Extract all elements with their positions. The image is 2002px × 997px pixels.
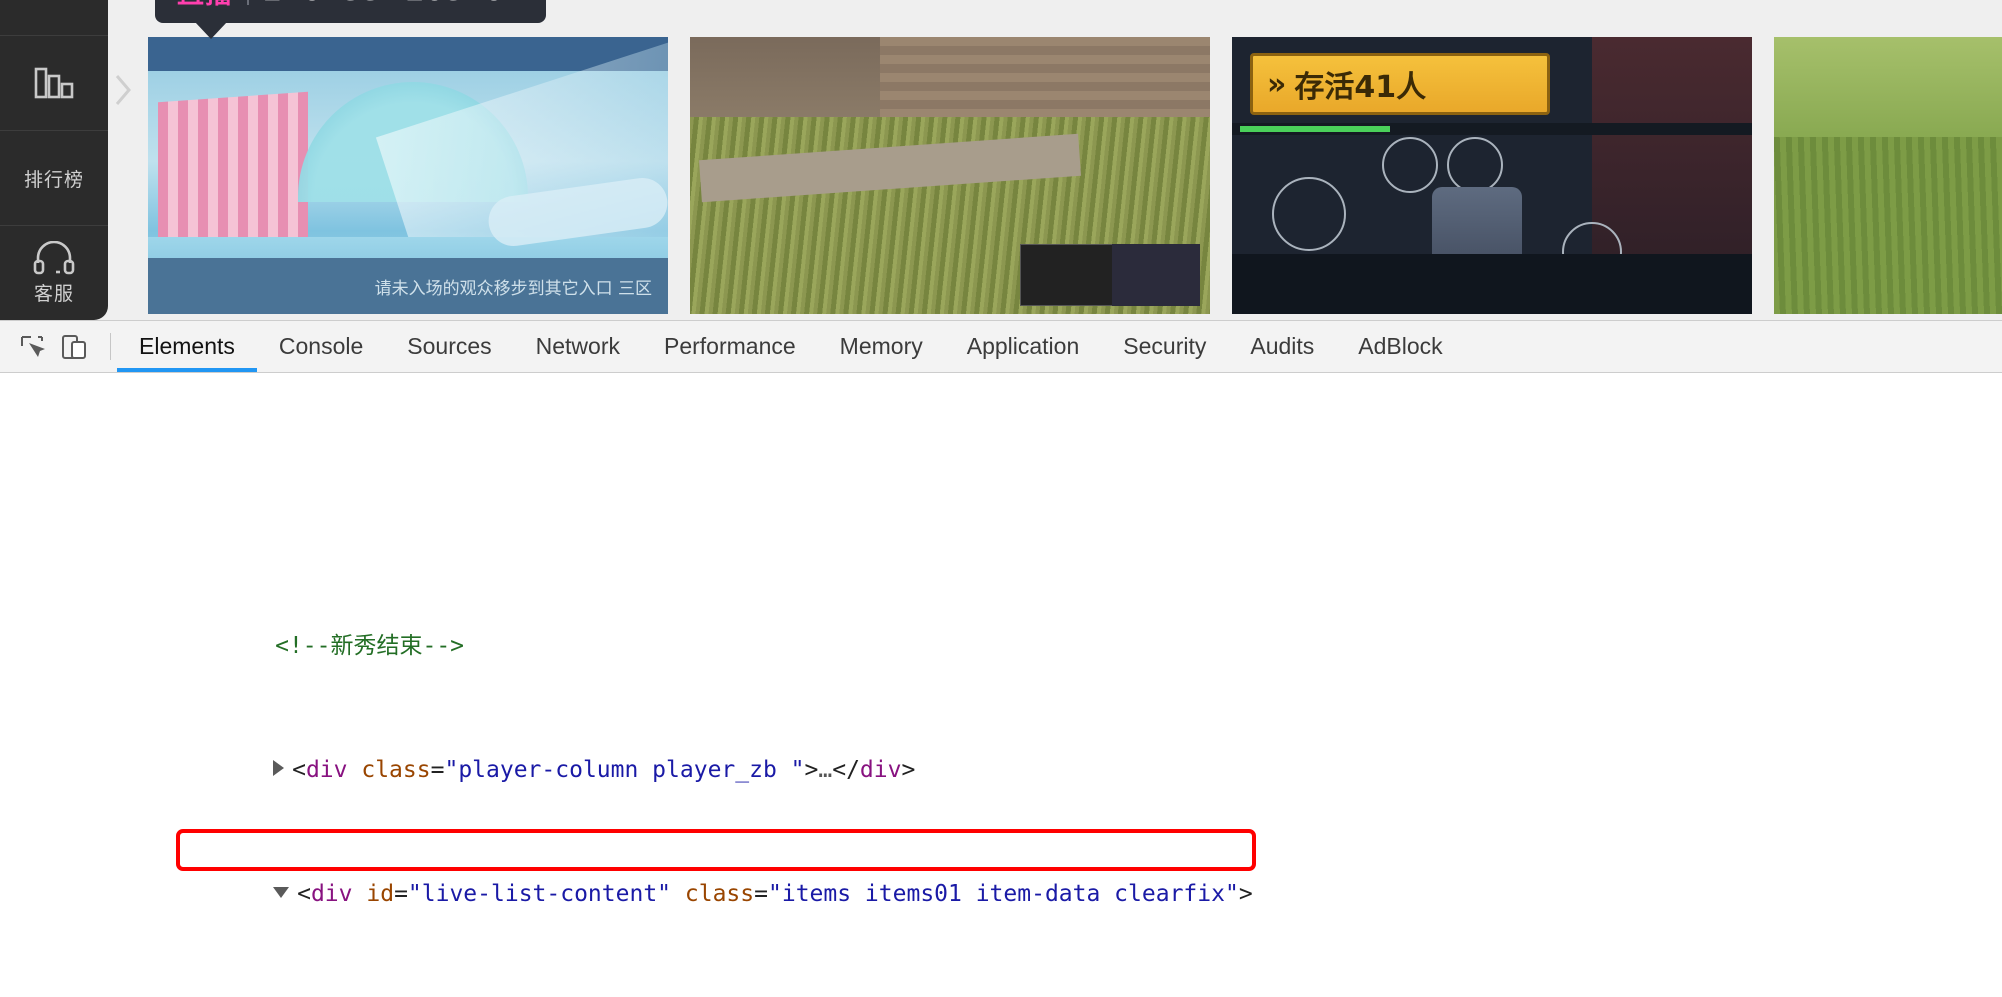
devtools-tab-bar: Elements Console Sources Network Perform… — [117, 321, 1465, 372]
toggle-device-toolbar-icon[interactable] — [60, 333, 88, 361]
thumbnail-top-band — [148, 37, 668, 71]
toolbar-divider — [110, 333, 111, 360]
tab-memory[interactable]: Memory — [818, 321, 945, 372]
picture-in-picture-overlay — [1112, 244, 1200, 306]
devtools-panel: Elements Console Sources Network Perform… — [0, 320, 2002, 996]
sidebar-item-support[interactable]: 客服 — [0, 225, 108, 320]
tab-sources[interactable]: Sources — [385, 321, 513, 372]
sidebar-item-ranking[interactable]: 排行榜 — [0, 130, 108, 225]
expand-triangle-icon[interactable] — [273, 760, 284, 776]
tab-security[interactable]: Security — [1101, 321, 1228, 372]
tree-row-before-1[interactable]: ::before — [0, 972, 2002, 997]
devtools-toolbar: Elements Console Sources Network Perform… — [0, 321, 2002, 373]
tree-row-comment[interactable]: <!--新秀结束--> — [0, 600, 2002, 631]
tab-audits[interactable]: Audits — [1228, 321, 1336, 372]
decor-shape — [1447, 137, 1503, 193]
tab-console[interactable]: Console — [257, 321, 385, 372]
tree-row-live-list-content[interactable]: <div id="live-list-content" class="items… — [0, 848, 2002, 879]
tab-elements[interactable]: Elements — [117, 321, 257, 372]
decor-shape — [1232, 254, 1752, 314]
survivor-count-label: 存活41人 — [1294, 62, 1426, 106]
double-chevron-icon: » — [1267, 67, 1286, 102]
sidebar-item-label: 客服 — [34, 279, 74, 306]
tooltip-separator — [247, 0, 249, 5]
headset-icon — [33, 241, 75, 275]
decor-shape — [1240, 126, 1390, 132]
tree-row-clipped — [0, 499, 2002, 507]
list-item[interactable] — [1774, 37, 2002, 314]
decor-shape — [1774, 137, 2002, 314]
decor-shape — [1382, 137, 1438, 193]
web-page-viewport: 请未入场的观众移步到其它入口 三区 » 存活41人 — [0, 0, 2002, 320]
chevron-right-icon[interactable] — [112, 70, 134, 110]
inspect-element-icon[interactable] — [18, 333, 46, 361]
dom-tree[interactable]: <!--新秀结束--> <div class="player-column pl… — [0, 373, 2002, 997]
tab-performance[interactable]: Performance — [642, 321, 818, 372]
collapse-triangle-icon[interactable] — [273, 887, 289, 898]
thumbnail-caption: 请未入场的观众移步到其它入口 三区 — [148, 258, 668, 314]
tab-network[interactable]: Network — [514, 321, 642, 372]
stream-thumbnail-row: 请未入场的观众移步到其它入口 三区 » 存活41人 — [148, 37, 2002, 314]
decor-shape — [1272, 177, 1346, 251]
tree-row-player-column[interactable]: <div class="player-column player_zb ">…<… — [0, 724, 2002, 755]
floating-side-dock: 关注 排行榜 客服 — [0, 0, 108, 320]
decor-shape — [1774, 37, 2002, 147]
sidebar-item-label: 关注 — [34, 0, 74, 1]
html-comment: <!--新秀结束--> — [275, 633, 464, 659]
list-item[interactable]: 请未入场的观众移步到其它入口 三区 — [148, 37, 668, 314]
tooltip-text: 270155~205101 — [263, 0, 524, 7]
tab-adblock[interactable]: AdBlock — [1336, 321, 1464, 372]
sidebar-item-follow[interactable]: 关注 — [0, 0, 108, 35]
tab-application[interactable]: Application — [945, 321, 1102, 372]
survivor-count-banner: » 存活41人 — [1250, 53, 1550, 115]
list-item[interactable]: » 存活41人 — [1232, 37, 1752, 314]
sidebar-item-chart[interactable] — [0, 35, 108, 130]
viewer-count-tooltip: 直播 270155~205101 — [155, 0, 546, 23]
tooltip-tag-label: 直播 — [177, 0, 233, 11]
list-item[interactable] — [690, 37, 1210, 314]
sidebar-item-label: 排行榜 — [24, 165, 84, 192]
devtools-tool-icons — [0, 321, 104, 372]
bar-chart-icon — [33, 64, 75, 102]
